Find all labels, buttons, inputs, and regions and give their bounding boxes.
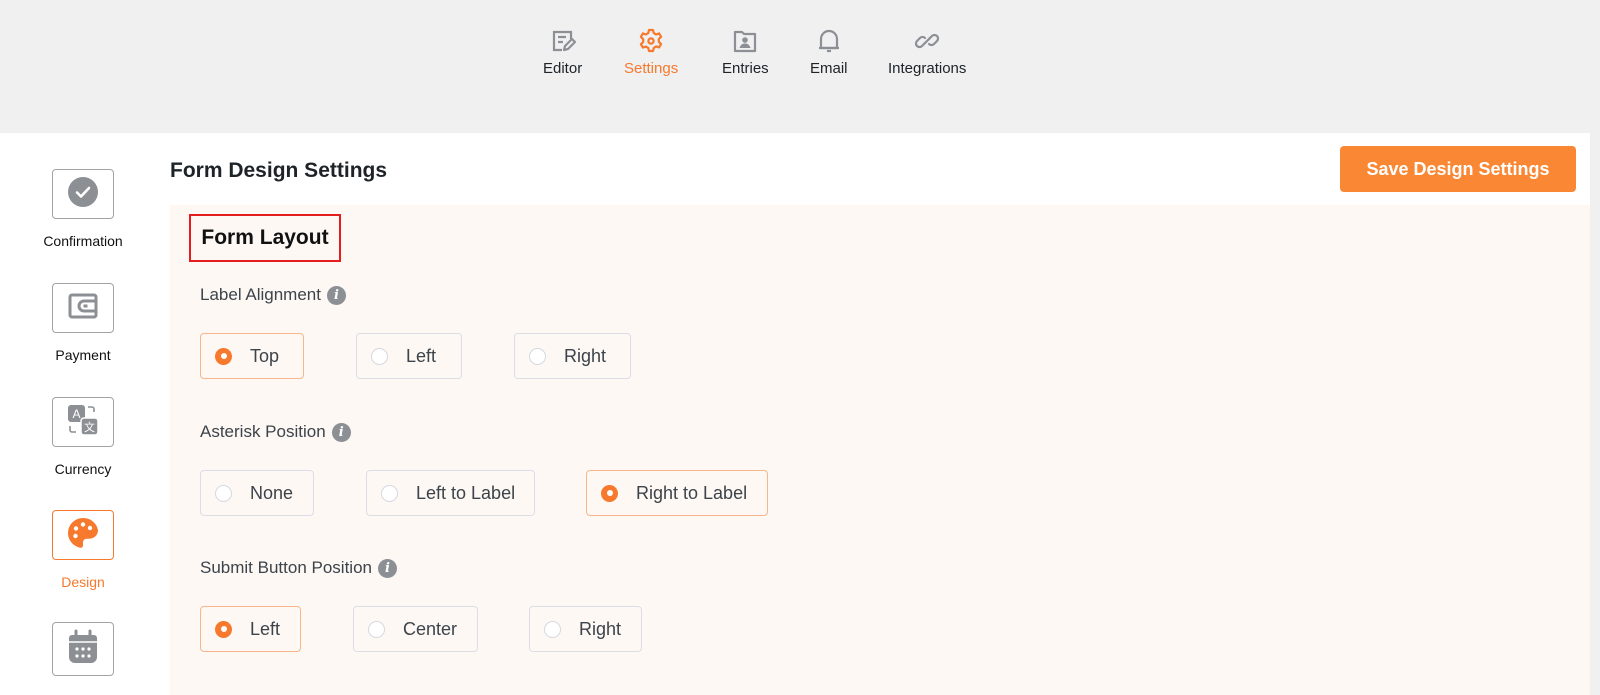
svg-text:文: 文 [84, 420, 95, 434]
submit-position-option-center[interactable]: Center [353, 606, 478, 652]
field-label: Submit Button Position [200, 558, 372, 577]
nav-tab-integrations[interactable]: Integrations [888, 26, 966, 77]
asterisk-position-option-none[interactable]: None [200, 470, 314, 516]
sidebar-icon-box [52, 169, 114, 219]
translate-icon: A文 [66, 403, 100, 442]
radio-label: Left [250, 618, 281, 639]
info-icon[interactable]: i [326, 285, 346, 305]
svg-text:A: A [72, 407, 80, 421]
radio-unchecked [371, 347, 388, 365]
submit-position-option-right[interactable]: Right [529, 606, 642, 652]
label-alignment-option-top[interactable]: Top [200, 333, 304, 379]
editor-icon [548, 26, 578, 56]
sidebar-icon-box [52, 510, 114, 560]
sidebar-item-payment[interactable]: Payment [52, 283, 114, 363]
sidebar-item-confirmation[interactable]: Confirmation [43, 169, 123, 249]
nav-label: Editor [543, 60, 583, 77]
sidebar-item-calendar[interactable] [52, 622, 114, 676]
sidebar-item-currency[interactable]: A文 Currency [52, 397, 114, 477]
radio-label: Left [406, 345, 437, 366]
section-title: Form Layout [201, 226, 329, 249]
sidebar-icon-box: A文 [52, 397, 114, 447]
radio-label: Top [250, 345, 280, 366]
page-title: Form Design Settings [170, 159, 388, 182]
top-navigation: Editor Settings Entries Email Integratio… [0, 0, 1600, 133]
check-circle-icon [67, 176, 99, 213]
info-icon[interactable]: i [377, 558, 397, 578]
submit-button-position-field: Submit Button Position i [200, 558, 397, 578]
entries-icon [730, 26, 760, 56]
nav-tab-email[interactable]: Email [810, 26, 848, 77]
label-alignment-option-right[interactable]: Right [514, 333, 631, 379]
radio-unchecked [381, 484, 398, 502]
main-panel: Confirmation Payment A文 Currency Design [0, 133, 1590, 695]
radio-label: None [250, 482, 294, 503]
radio-unchecked [368, 620, 385, 638]
sidebar-label: Design [61, 574, 105, 590]
link-icon [912, 26, 942, 56]
sidebar-label: Payment [55, 347, 111, 363]
label-alignment-field: Label Alignment i [200, 285, 346, 305]
save-design-settings-button[interactable]: Save Design Settings [1340, 146, 1576, 192]
submit-position-option-left[interactable]: Left [200, 606, 301, 652]
nav-tab-settings[interactable]: Settings [624, 26, 678, 77]
sidebar-label: Currency [54, 461, 112, 477]
nav-tab-editor[interactable]: Editor [543, 26, 582, 77]
radio-checked [215, 347, 232, 365]
radio-checked [601, 484, 618, 502]
bell-icon [814, 26, 844, 56]
radio-unchecked [544, 620, 561, 638]
wallet-icon [67, 291, 99, 326]
sidebar-label: Confirmation [43, 233, 123, 249]
palette-icon [66, 516, 100, 555]
radio-label: Right [564, 345, 607, 366]
sidebar-item-design[interactable]: Design [52, 510, 114, 590]
nav-label: Email [810, 60, 848, 77]
asterisk-position-option-right-to-label[interactable]: Right to Label [586, 470, 768, 516]
radio-label: Right to Label [636, 482, 748, 503]
radio-label: Center [403, 618, 458, 639]
section-title-highlight: Form Layout [189, 214, 341, 262]
label-alignment-option-left[interactable]: Left [356, 333, 462, 379]
sidebar-icon-box [52, 622, 114, 676]
nav-label: Entries [722, 60, 769, 77]
info-icon[interactable]: i [331, 422, 351, 442]
asterisk-position-field: Asterisk Position i [200, 422, 351, 442]
asterisk-position-option-left-to-label[interactable]: Left to Label [366, 470, 535, 516]
nav-label: Integrations [888, 60, 967, 77]
form-layout-section: Form Layout Label Alignment i Top Left R… [170, 205, 1590, 695]
radio-label: Left to Label [416, 482, 516, 503]
radio-checked [215, 620, 232, 638]
field-label: Asterisk Position [200, 422, 326, 441]
field-label: Label Alignment [200, 285, 321, 304]
calendar-icon [66, 629, 100, 670]
radio-label: Right [579, 618, 622, 639]
nav-label: Settings [624, 60, 679, 77]
sidebar-icon-box [52, 283, 114, 333]
radio-unchecked [215, 484, 232, 502]
gear-icon [636, 26, 666, 56]
nav-tab-entries[interactable]: Entries [722, 26, 769, 77]
radio-unchecked [529, 347, 546, 365]
